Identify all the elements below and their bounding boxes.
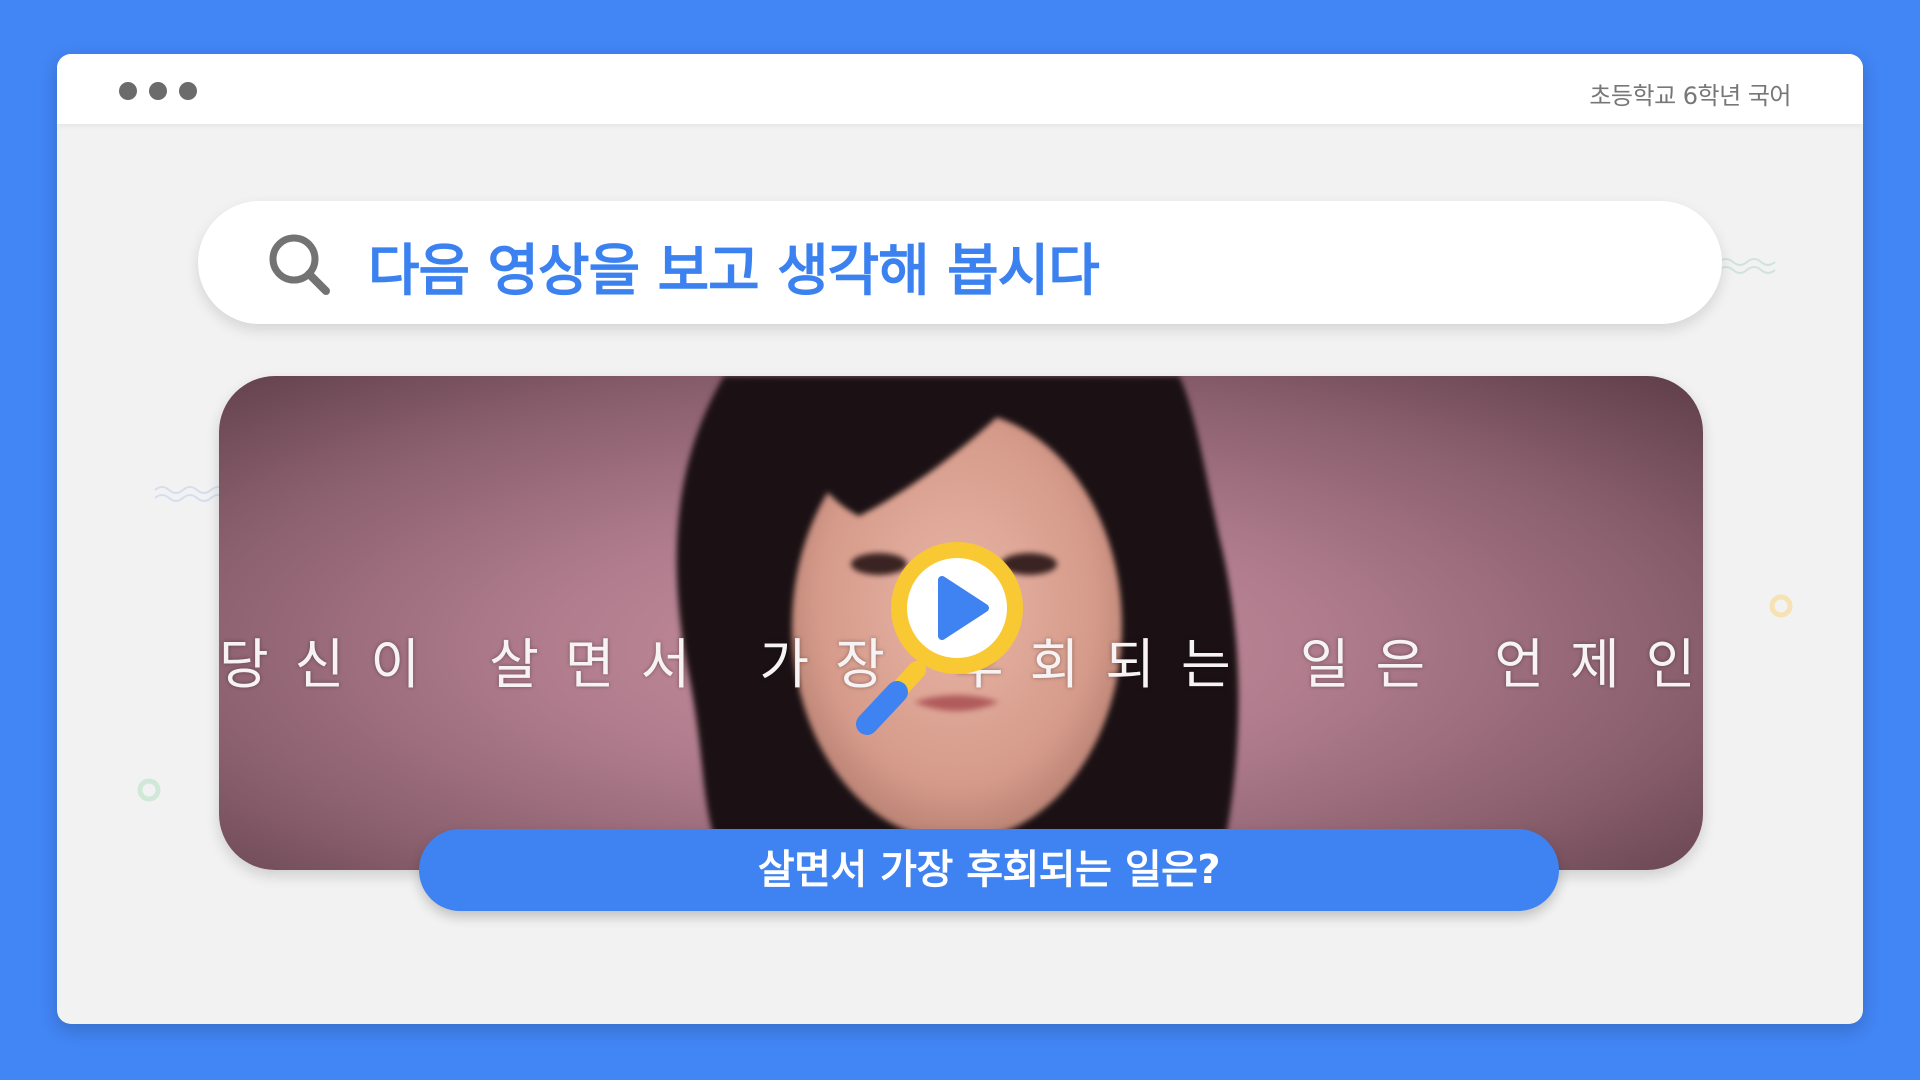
question-banner: 살면서 가장 후회되는 일은? [419, 829, 1559, 911]
window-dots [119, 82, 197, 100]
subject-label: 초등학교 6학년 국어 [1589, 82, 1791, 110]
play-icon[interactable] [847, 530, 1027, 770]
search-icon [269, 234, 330, 295]
squiggle-decoration [1718, 258, 1776, 274]
window-dot [179, 82, 197, 100]
search-title: 다음 영상을 보고 생각해 봅시다 [368, 239, 1100, 304]
browser-window: 초등학교 6학년 국어 다음 영상을 보고 생각해 봅시다 당신이 살면서 가장… [57, 54, 1863, 1024]
window-dot [119, 82, 137, 100]
circle-decoration [1769, 594, 1793, 618]
circle-decoration [137, 778, 161, 802]
title-bar: 초등학교 6학년 국어 [57, 54, 1863, 124]
window-dot [149, 82, 167, 100]
search-bar[interactable]: 다음 영상을 보고 생각해 봅시다 [198, 201, 1722, 324]
